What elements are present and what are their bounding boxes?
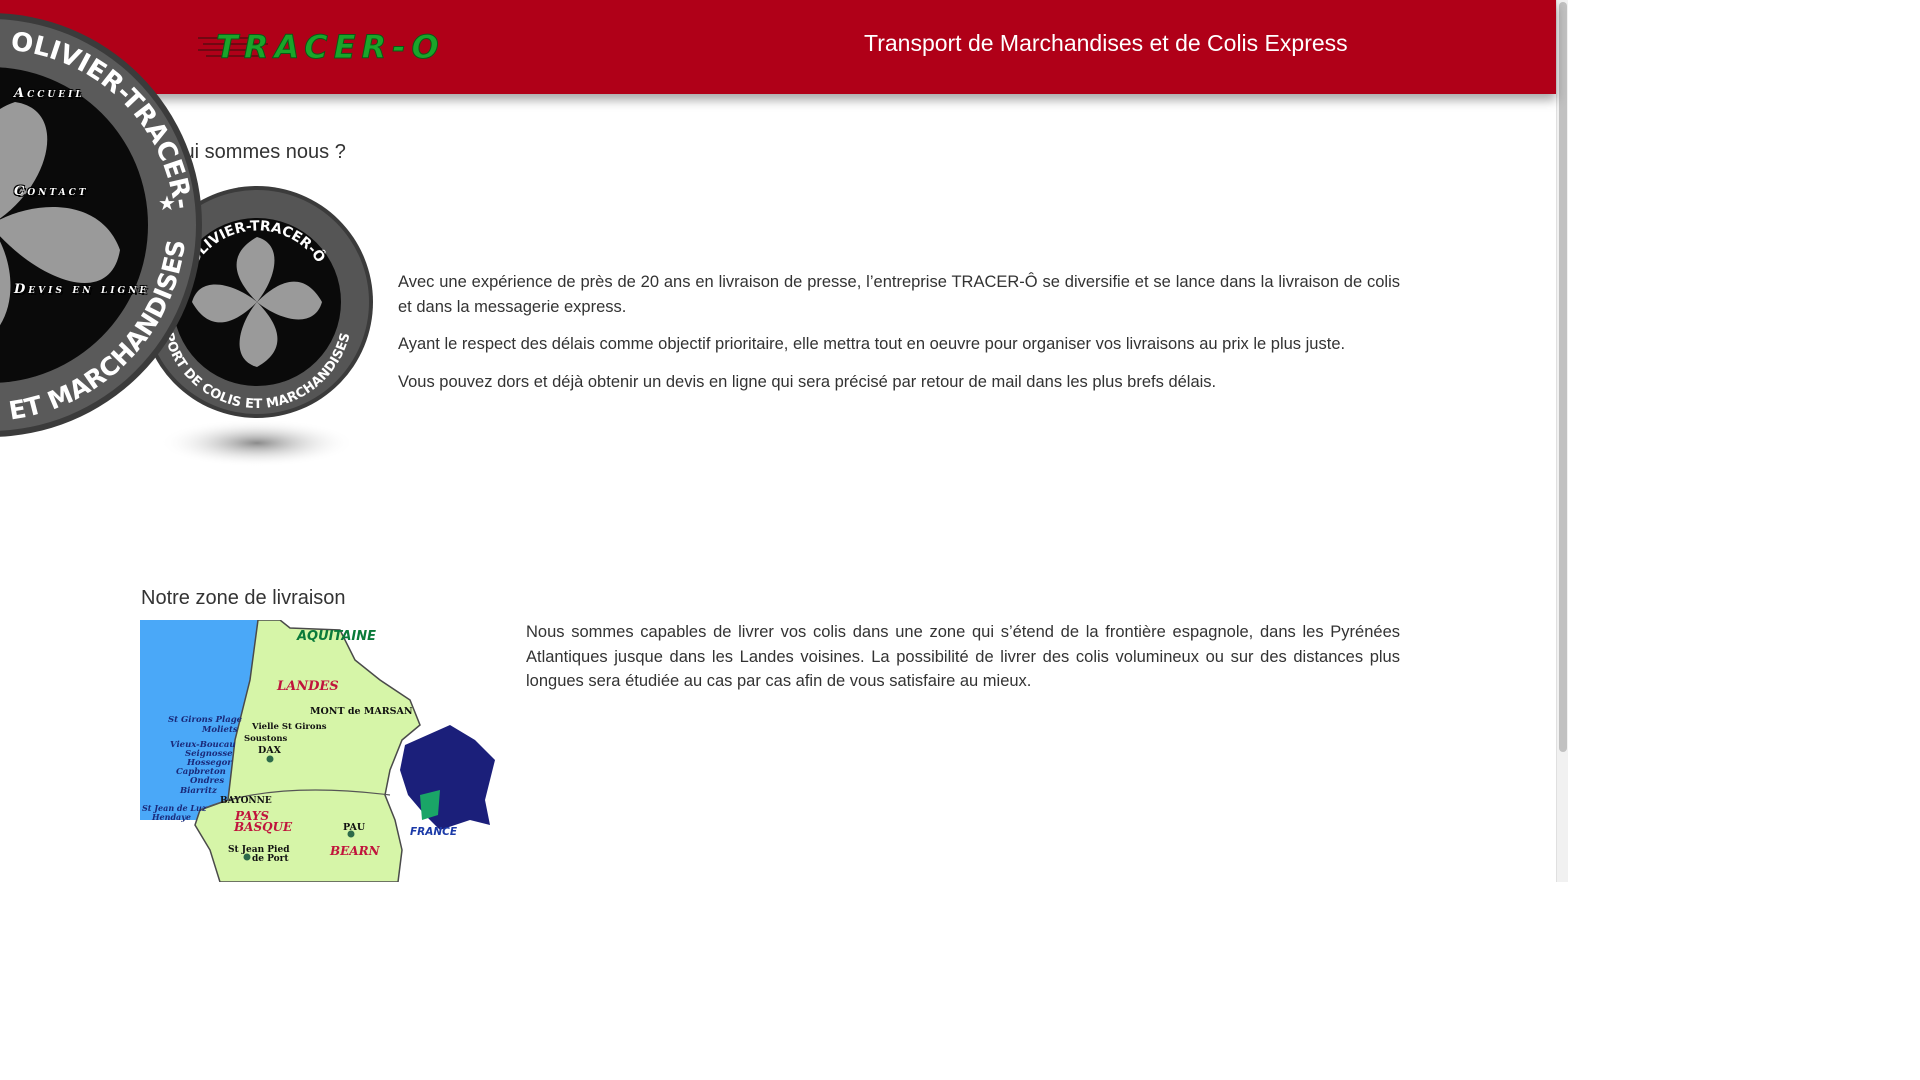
map-label-landes: LANDES (276, 679, 339, 694)
logo-text: TRACER-O (216, 28, 445, 66)
nav-item-devis-en-ligne[interactable]: Devis en ligne (14, 282, 149, 297)
map-town-biarritz: Biarritz (179, 786, 217, 796)
map-town-soustons: Soustons (244, 734, 288, 744)
about-paragraph-2: Ayant le respect des délais comme object… (398, 335, 1346, 353)
map-dot-st-jean-pied-de-port (243, 853, 251, 861)
scrollbar-thumb[interactable] (1559, 2, 1567, 752)
nav-item-contact[interactable]: Contact (14, 184, 88, 199)
map-town-pau: PAU (343, 822, 366, 833)
big-wheel-menu-bg: OLIVIER-TRACER-Ô ET MARCHANDISES ★ (0, 10, 202, 437)
map-town-de-port: de Port (252, 854, 289, 864)
map-town-bayonne: BAYONNE (220, 796, 272, 806)
map-town-ondres: Ondres (190, 776, 224, 786)
map-label-bearn: BEARN (329, 844, 381, 858)
header-tagline: Transport de Marchandises et de Colis Ex… (864, 30, 1348, 56)
tracer-o-logo[interactable]: TRACER-O (198, 24, 448, 68)
map-dot-pau (347, 830, 355, 838)
delivery-zone-map: AQUITAINE LANDES MONT de MARSAN St Giron… (140, 620, 495, 882)
map-label-basque: BASQUE (233, 820, 293, 834)
map-town-moliets: Moliets (201, 725, 238, 735)
header-bar: TRACER-O Transport de Marchandises et de… (0, 0, 1556, 94)
about-paragraph-3: Vous pouvez dors et déjà obtenir un devi… (398, 373, 1217, 391)
map-label-aquitaine: AQUITAINE (296, 629, 376, 644)
map-town-st-girons-plage: St Girons Plage (168, 715, 243, 725)
star-icon: ★ (158, 193, 176, 215)
nav-item-accueil[interactable]: Accueil (14, 86, 85, 101)
zone-paragraph: Nous sommes capables de livrer vos colis… (526, 623, 1400, 690)
map-town-vielle-st-girons: Vielle St Girons (251, 722, 327, 732)
map-town-mont-de-marsan: MONT de MARSAN (310, 706, 413, 717)
map-town-hendaye: Hendaye (151, 812, 191, 822)
about-paragraph-1: Avec une expérience de près de 20 ans en… (398, 273, 1400, 316)
map-dot-dax (266, 755, 274, 763)
page: TRACER-O Transport de Marchandises et de… (0, 0, 1568, 882)
map-label-france: FRANCE (410, 826, 458, 838)
map-town-dax: DAX (258, 745, 282, 756)
zone-title: Notre zone de livraison (141, 587, 346, 609)
map-france (400, 725, 495, 830)
vertical-scrollbar[interactable] (1556, 0, 1568, 882)
